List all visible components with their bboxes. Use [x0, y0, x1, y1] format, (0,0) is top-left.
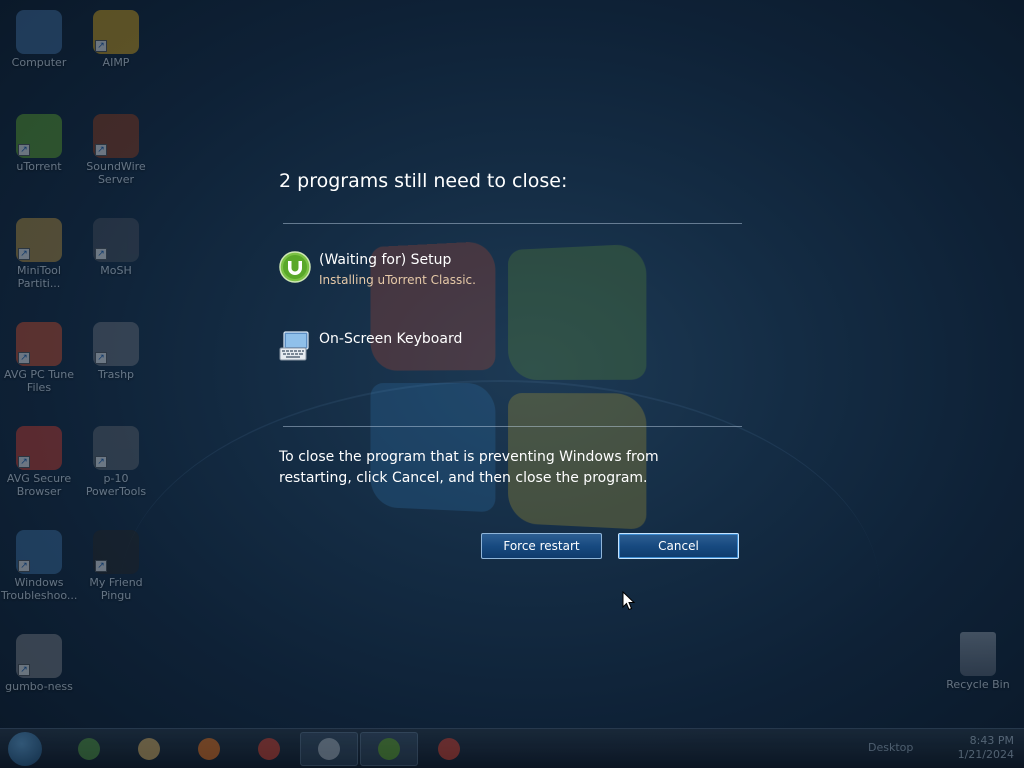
shortcut-arrow-icon: ↗: [18, 248, 30, 260]
taskbar-item-chrome[interactable]: [240, 732, 298, 766]
desktop-icon-label: AIMP: [102, 56, 130, 69]
desktop-icon-label: MiniTool Partiti...: [17, 264, 61, 290]
shortcut-arrow-icon: ↗: [95, 352, 107, 364]
keyboard-icon: [279, 331, 309, 361]
system-tray: 8:43 PM 1/21/2024: [958, 734, 1014, 762]
utorrent-icon: ↗: [16, 114, 62, 158]
desktop-icon-label: gumbo-ness: [5, 680, 73, 693]
shortcut-arrow-icon: ↗: [95, 144, 107, 156]
desktop-icon[interactable]: ↗ Trashp: [78, 322, 154, 381]
desktop-icon[interactable]: ↗ MiniTool Partiti...: [1, 218, 77, 290]
taskbar-item-media-player[interactable]: [180, 732, 238, 766]
cancel-button[interactable]: Cancel: [618, 533, 739, 559]
pingu-icon: ↗: [93, 530, 139, 574]
desktop-icon[interactable]: ↗ p-10 PowerTools: [78, 426, 154, 498]
desktop-icon-label: My Friend Pingu: [89, 576, 143, 602]
mouse-cursor-icon: [622, 591, 636, 611]
utorrent-icon: [279, 251, 311, 283]
start-button[interactable]: [8, 732, 42, 766]
recycle-bin-icon: [960, 632, 996, 676]
trash-icon: ↗: [93, 322, 139, 366]
close-programs-dialog: 2 programs still need to close: (Waiting…: [279, 170, 742, 559]
computer-icon: [16, 10, 62, 54]
desktop-icon-label: SoundWire Server: [86, 160, 146, 186]
program-name: On-Screen Keyboard: [319, 331, 463, 347]
force-restart-button[interactable]: Force restart: [481, 533, 602, 559]
desktop-icon-label: Windows Troubleshoo...: [1, 576, 78, 602]
clock-time[interactable]: 8:43 PM: [958, 734, 1014, 748]
troubleshoot-icon: ↗: [16, 530, 62, 574]
desktop-icon-label: AVG Secure Browser: [6, 472, 72, 498]
program-item-keyboard: On-Screen Keyboard: [279, 330, 742, 370]
chrome-icon: [438, 738, 460, 760]
taskbar-item-chrome[interactable]: [420, 732, 478, 766]
file-explorer-icon: [78, 738, 100, 760]
shortcut-arrow-icon: ↗: [18, 560, 30, 572]
desktop-icon[interactable]: ↗ AVG PC Tune Files: [1, 322, 77, 394]
minitool-icon: ↗: [16, 218, 62, 262]
recycle-bin-label: Recycle Bin: [946, 678, 1010, 691]
shortcut-arrow-icon: ↗: [18, 456, 30, 468]
dialog-title: 2 programs still need to close:: [279, 170, 568, 192]
powertools-icon: ↗: [93, 426, 139, 470]
shortcut-arrow-icon: ↗: [95, 248, 107, 260]
clock-date[interactable]: 1/21/2024: [958, 748, 1014, 762]
gumbo-icon: ↗: [16, 634, 62, 678]
program-description: Installing uTorrent Classic.: [319, 273, 476, 287]
taskbar-item-utorrent[interactable]: [360, 732, 418, 766]
shortcut-arrow-icon: ↗: [18, 352, 30, 364]
chrome-icon: [258, 738, 280, 760]
divider: [283, 223, 742, 224]
desktop-icon-label: Computer: [11, 56, 67, 69]
instruction-message: To close the program that is preventing …: [279, 449, 659, 486]
desktop-icon[interactable]: ↗ SoundWire Server: [78, 114, 154, 186]
folder-icon: [138, 738, 160, 760]
divider: [283, 426, 742, 427]
shortcut-arrow-icon: ↗: [18, 664, 30, 676]
program-item-setup: (Waiting for) Setup Installing uTorrent …: [279, 251, 742, 291]
desktop-icon-label: uTorrent: [16, 160, 62, 173]
aimp-icon: ↗: [93, 10, 139, 54]
onscreen-keyboard-icon: [318, 738, 340, 760]
desktop-icon[interactable]: Computer: [1, 10, 77, 69]
recycle-bin[interactable]: Recycle Bin: [940, 632, 1016, 691]
desktop-icon[interactable]: ↗ uTorrent: [1, 114, 77, 173]
media-player-icon: [198, 738, 220, 760]
taskbar-item-file-explorer[interactable]: [60, 732, 118, 766]
desktop-icon[interactable]: ↗ gumbo-ness: [1, 634, 77, 693]
shortcut-arrow-icon: ↗: [95, 40, 107, 52]
desktop-icon-label: Trashp: [97, 368, 135, 381]
soundwire-icon: ↗: [93, 114, 139, 158]
utorrent-icon: [378, 738, 400, 760]
desktop-icon-label: MoSH: [100, 264, 132, 277]
shortcut-arrow-icon: ↗: [18, 144, 30, 156]
desktop-icon[interactable]: ↗ My Friend Pingu: [78, 530, 154, 602]
desktop-icon-label: AVG PC Tune Files: [4, 368, 74, 394]
shortcut-arrow-icon: ↗: [95, 456, 107, 468]
program-name: (Waiting for) Setup: [319, 252, 452, 268]
desktop-icon-label: p-10 PowerTools: [85, 472, 147, 498]
desktop-icon[interactable]: ↗ AIMP: [78, 10, 154, 69]
mosh-icon: ↗: [93, 218, 139, 262]
tray-desktop-label[interactable]: Desktop: [868, 741, 913, 754]
shortcut-arrow-icon: ↗: [95, 560, 107, 572]
avg-browser-icon: ↗: [16, 426, 62, 470]
taskbar-item-folder[interactable]: [120, 732, 178, 766]
taskbar-item-onscreen-keyboard[interactable]: [300, 732, 358, 766]
desktop-icon[interactable]: ↗ AVG Secure Browser: [1, 426, 77, 498]
taskbar: 8:43 PM 1/21/2024 Desktop: [0, 728, 1024, 768]
avg-tune-icon: ↗: [16, 322, 62, 366]
desktop-icon[interactable]: ↗ MoSH: [78, 218, 154, 277]
desktop-icon[interactable]: ↗ Windows Troubleshoo...: [1, 530, 77, 602]
